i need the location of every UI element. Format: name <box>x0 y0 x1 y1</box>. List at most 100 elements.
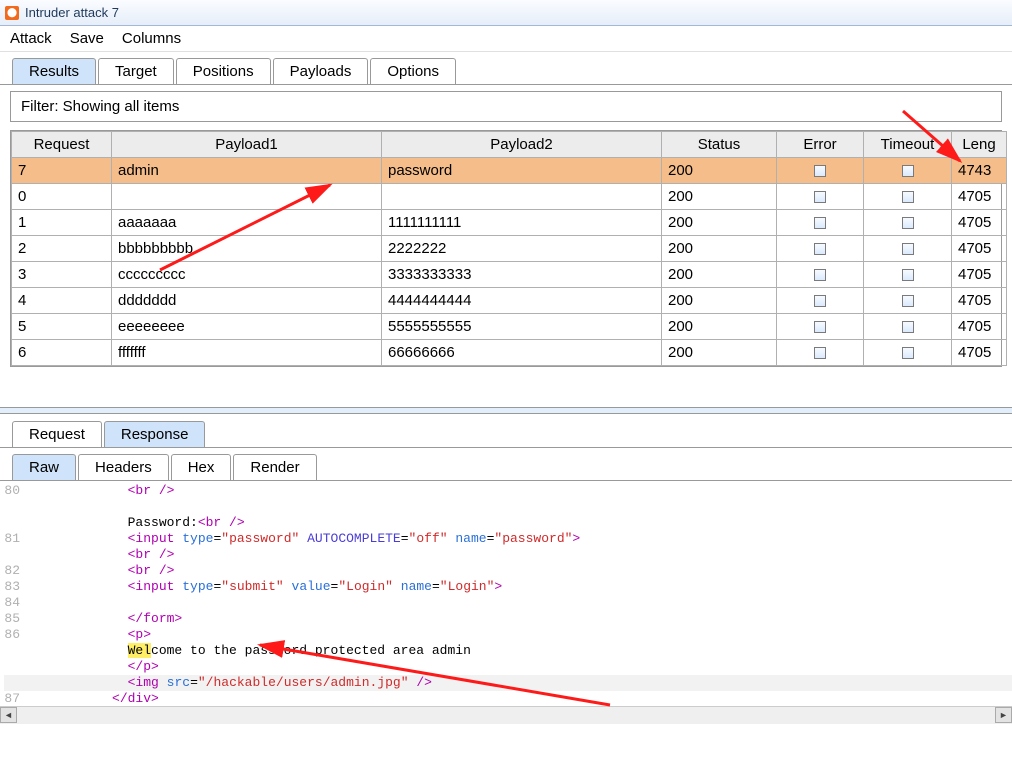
window-title: Intruder attack 7 <box>25 5 119 20</box>
col-error[interactable]: Error <box>777 132 864 158</box>
menu-bar: Attack Save Columns <box>0 26 1012 52</box>
table-row[interactable]: 4ddddddd44444444442004705 <box>12 288 1007 314</box>
cell-error <box>777 314 864 340</box>
subtab-hex[interactable]: Hex <box>171 454 232 480</box>
cell-request: 5 <box>12 314 112 340</box>
checkbox-icon[interactable] <box>902 295 914 307</box>
cell-timeout <box>864 210 952 236</box>
results-table[interactable]: Request Payload1 Payload2 Status Error T… <box>11 131 1007 366</box>
scroll-right-button[interactable]: ► <box>995 707 1012 723</box>
cell-payload1: admin <box>112 158 382 184</box>
cell-error <box>777 340 864 366</box>
results-table-wrap: Request Payload1 Payload2 Status Error T… <box>10 130 1002 367</box>
cell-length: 4705 <box>952 340 1007 366</box>
col-payload1[interactable]: Payload1 <box>112 132 382 158</box>
menu-columns[interactable]: Columns <box>122 30 181 47</box>
col-length[interactable]: Leng <box>952 132 1007 158</box>
cell-error <box>777 236 864 262</box>
checkbox-icon[interactable] <box>902 191 914 203</box>
cell-payload2: 4444444444 <box>382 288 662 314</box>
table-row[interactable]: 5eeeeeeee5555555555200 4705 <box>12 314 1007 340</box>
cell-request: 7 <box>12 158 112 184</box>
cell-timeout <box>864 158 952 184</box>
cell-payload1 <box>112 184 382 210</box>
cell-payload2: password <box>382 158 662 184</box>
cell-timeout <box>864 184 952 210</box>
col-status[interactable]: Status <box>662 132 777 158</box>
checkbox-icon[interactable] <box>902 165 914 177</box>
raw-horizontal-scrollbar[interactable]: ◄ ► <box>0 706 1012 724</box>
checkbox-icon[interactable] <box>902 269 914 281</box>
title-bar: ⬤ Intruder attack 7 <box>0 0 1012 26</box>
cell-request: 1 <box>12 210 112 236</box>
checkbox-icon[interactable] <box>814 321 826 333</box>
cell-error <box>777 184 864 210</box>
cell-timeout <box>864 236 952 262</box>
tab-request[interactable]: Request <box>12 421 102 447</box>
cell-payload2: 5555555555 <box>382 314 662 340</box>
cell-length: 4705 <box>952 288 1007 314</box>
cell-payload1: bbbbbbbbb <box>112 236 382 262</box>
checkbox-icon[interactable] <box>902 347 914 359</box>
tab-response[interactable]: Response <box>104 421 206 447</box>
filter-bar[interactable]: Filter: Showing all items <box>10 91 1002 122</box>
cell-status: 200 <box>662 262 777 288</box>
checkbox-icon[interactable] <box>814 295 826 307</box>
checkbox-icon[interactable] <box>814 191 826 203</box>
col-timeout[interactable]: Timeout <box>864 132 952 158</box>
checkbox-icon[interactable] <box>902 217 914 229</box>
tab-target[interactable]: Target <box>98 58 174 84</box>
tab-options[interactable]: Options <box>370 58 456 84</box>
cell-status: 200 <box>662 314 777 340</box>
cell-timeout <box>864 340 952 366</box>
cell-request: 3 <box>12 262 112 288</box>
subtab-render[interactable]: Render <box>233 454 316 480</box>
tab-positions[interactable]: Positions <box>176 58 271 84</box>
scroll-left-button[interactable]: ◄ <box>0 707 17 723</box>
col-request[interactable]: Request <box>12 132 112 158</box>
checkbox-icon[interactable] <box>814 217 826 229</box>
req-resp-tabs: Request Response <box>0 414 1012 448</box>
checkbox-icon[interactable] <box>814 347 826 359</box>
cell-payload2: 1111111111 <box>382 210 662 236</box>
tab-results[interactable]: Results <box>12 58 96 84</box>
raw-response-pane[interactable]: 80 <br /> Password:<br /> 81 <input type… <box>0 481 1012 706</box>
filter-label: Filter: Showing all items <box>21 98 179 115</box>
table-row[interactable]: 6fffffff666666662004705 <box>12 340 1007 366</box>
cell-payload2: 3333333333 <box>382 262 662 288</box>
view-sub-tabs: Raw Headers Hex Render <box>0 448 1012 481</box>
cell-timeout <box>864 262 952 288</box>
table-row[interactable]: 7adminpassword2004743 <box>12 158 1007 184</box>
cell-payload1: eeeeeeee <box>112 314 382 340</box>
subtab-raw[interactable]: Raw <box>12 454 76 480</box>
tab-payloads[interactable]: Payloads <box>273 58 369 84</box>
menu-save[interactable]: Save <box>70 30 104 47</box>
cell-request: 0 <box>12 184 112 210</box>
cell-payload1: ccccccccc <box>112 262 382 288</box>
table-row[interactable]: 2bbbbbbbbb22222222004705 <box>12 236 1007 262</box>
checkbox-icon[interactable] <box>902 321 914 333</box>
cell-request: 4 <box>12 288 112 314</box>
cell-status: 200 <box>662 236 777 262</box>
menu-attack[interactable]: Attack <box>10 30 52 47</box>
checkbox-icon[interactable] <box>902 243 914 255</box>
col-payload2[interactable]: Payload2 <box>382 132 662 158</box>
table-row[interactable]: 1aaaaaaa11111111112004705 <box>12 210 1007 236</box>
cell-payload2: 2222222 <box>382 236 662 262</box>
split-handle[interactable] <box>0 407 1012 414</box>
cell-payload2 <box>382 184 662 210</box>
cell-payload1: ddddddd <box>112 288 382 314</box>
cell-length: 4705 <box>952 210 1007 236</box>
cell-error <box>777 288 864 314</box>
main-tabs: Results Target Positions Payloads Option… <box>0 52 1012 85</box>
subtab-headers[interactable]: Headers <box>78 454 169 480</box>
table-row[interactable]: 02004705 <box>12 184 1007 210</box>
checkbox-icon[interactable] <box>814 243 826 255</box>
cell-timeout <box>864 314 952 340</box>
table-row[interactable]: 3ccccccccc33333333332004705 <box>12 262 1007 288</box>
table-header-row: Request Payload1 Payload2 Status Error T… <box>12 132 1007 158</box>
checkbox-icon[interactable] <box>814 269 826 281</box>
checkbox-icon[interactable] <box>814 165 826 177</box>
cell-length: 4705 <box>952 314 1007 340</box>
cell-status: 200 <box>662 340 777 366</box>
